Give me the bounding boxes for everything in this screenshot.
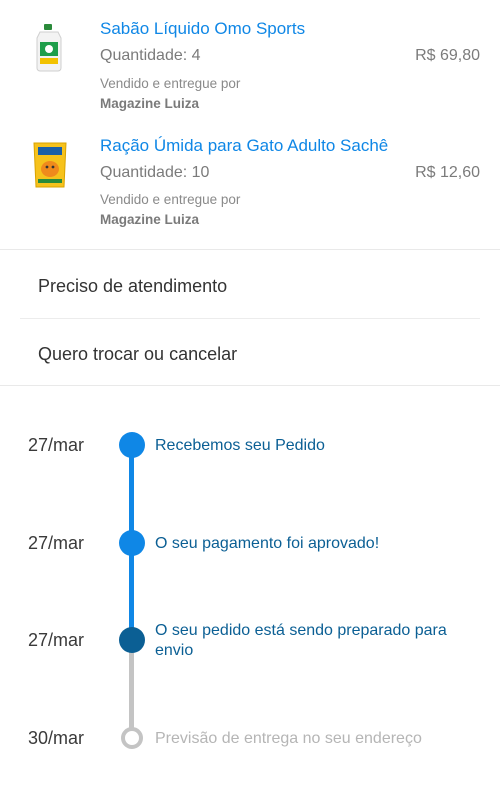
exchange-cancel-button[interactable]: Quero trocar ou cancelar bbox=[0, 323, 500, 385]
timeline-date: 27/mar bbox=[28, 435, 85, 455]
divider bbox=[0, 385, 500, 386]
support-button[interactable]: Preciso de atendimento bbox=[0, 255, 500, 317]
exchange-cancel-label: Quero trocar ou cancelar bbox=[38, 344, 238, 364]
timeline-date: 27/mar bbox=[28, 533, 85, 553]
timeline-step-done-icon bbox=[119, 530, 145, 556]
seller-name: Magazine Luiza bbox=[100, 212, 200, 227]
order-item: Ração Úmida para Gato Adulto Sachê Quant… bbox=[0, 125, 500, 249]
divider bbox=[0, 249, 500, 250]
order-item: Sabão Líquido Omo Sports Quantidade: 4 R… bbox=[0, 0, 500, 125]
product-name-link[interactable]: Ração Úmida para Gato Adulto Sachê bbox=[100, 136, 388, 156]
timeline-step-text: O seu pedido está sendo preparado para e… bbox=[155, 622, 447, 659]
seller-name: Magazine Luiza bbox=[100, 96, 200, 111]
divider bbox=[20, 318, 480, 319]
product-quantity: Quantidade: 10 bbox=[100, 164, 210, 181]
detergent-bottle-icon bbox=[30, 22, 70, 74]
timeline-step-text: O seu pagamento foi aprovado! bbox=[155, 535, 380, 552]
cat-food-sachet-icon bbox=[30, 139, 70, 191]
sold-by-label: Vendido e entregue por bbox=[100, 76, 241, 91]
product-price: R$ 69,80 bbox=[415, 47, 480, 64]
timeline-date: 30/mar bbox=[28, 728, 85, 748]
support-label: Preciso de atendimento bbox=[38, 276, 228, 296]
timeline-step-current-icon bbox=[119, 627, 145, 653]
timeline-line-pending bbox=[129, 640, 134, 737]
product-quantity: Quantidade: 4 bbox=[100, 47, 201, 64]
sold-by-label: Vendido e entregue por bbox=[100, 192, 241, 207]
timeline-step-text: Recebemos seu Pedido bbox=[155, 437, 325, 454]
timeline-step-done-icon bbox=[119, 432, 145, 458]
timeline-date: 27/mar bbox=[28, 630, 85, 650]
product-name-link[interactable]: Sabão Líquido Omo Sports bbox=[100, 19, 305, 39]
timeline-step-text: Previsão de entrega no seu endereço bbox=[155, 730, 422, 747]
timeline-step-pending-icon bbox=[121, 727, 143, 749]
product-price: R$ 12,60 bbox=[415, 164, 480, 181]
